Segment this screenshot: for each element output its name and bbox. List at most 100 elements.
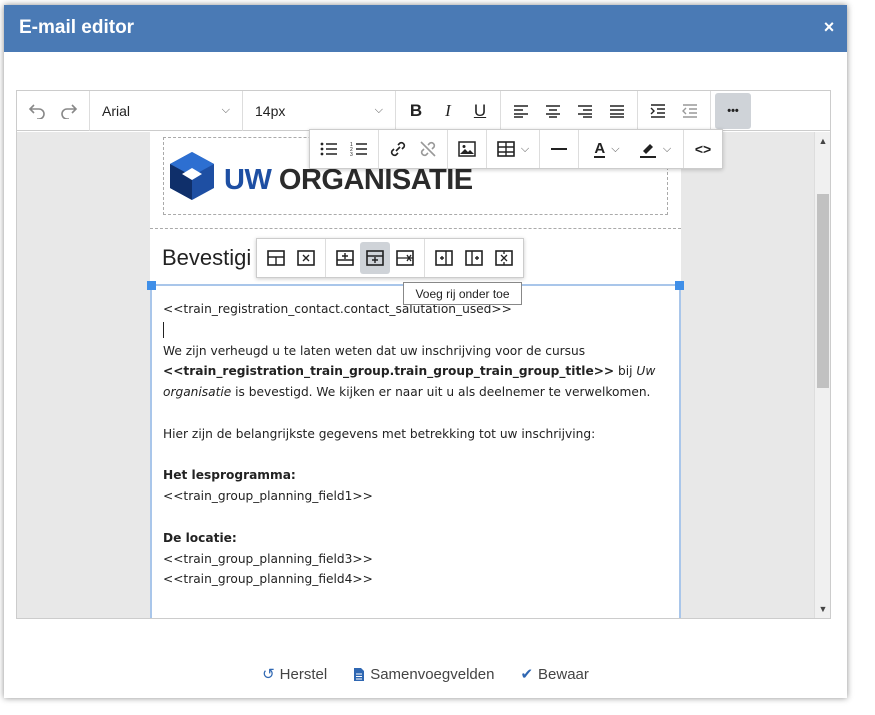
scroll-down-icon[interactable]: ▼ [815,602,831,616]
delete-column-button[interactable] [489,242,519,274]
align-justify-icon [610,104,624,118]
font-family-group: Arial ⌵ [90,90,243,131]
indent-icon [650,103,665,118]
scroll-thumb[interactable] [817,194,829,388]
unlink-icon [420,141,436,157]
section-label: De locatie: [163,528,668,549]
insert-column-after-button[interactable] [459,242,489,274]
font-size-select[interactable]: 14px ⌵ [247,95,391,127]
chevron-down-icon: ⌵ [611,142,620,155]
email-editor-dialog: E-mail editor × Arial ⌵ 14px ⌵ B I U •••… [4,5,847,698]
text-color-icon: A [594,139,606,158]
editor-content-area[interactable]: UW ORGANISATIE Bevestigi <<train_registr… [17,132,814,618]
image-group [448,130,487,168]
highlight-icon [639,144,656,158]
dialog-titlebar: E-mail editor × [4,5,847,52]
undo-arrow-icon: ↺ [262,666,275,683]
outdent-button[interactable] [674,95,706,127]
check-icon: ✔ [520,666,534,683]
merge-field-line: <<train_group_planning_field1>> [163,489,373,504]
insert-image-button[interactable] [452,133,482,165]
paragraph-line: We zijn verheugd u te laten weten dat uw… [163,343,586,358]
bullet-list-icon [320,142,337,156]
undo-button[interactable] [21,95,53,127]
delete-column-icon [495,250,513,266]
delete-table-button[interactable] [291,242,321,274]
color-group: A ⌵ ⌵ [579,130,684,168]
indent-button[interactable] [642,95,674,127]
merge-field-title: <<train_registration_train_group.train_g… [163,364,615,379]
table-props-group [257,239,326,277]
insert-row-below-button[interactable] [360,242,390,274]
format-group: B I U [396,90,501,131]
insert-row-above-button[interactable] [330,242,360,274]
align-group [501,90,638,131]
redo-button[interactable] [53,95,85,127]
unlink-button[interactable] [413,133,443,165]
close-button[interactable]: × [820,18,838,36]
insert-row-below-icon [366,250,384,266]
align-left-icon [514,104,528,118]
paragraph-line: organisatie is bevestigd. We kijken er n… [163,382,668,403]
table-properties-button[interactable] [261,242,291,274]
bold-button[interactable]: B [400,95,432,127]
merge-fields-label: Samenvoegvelden [370,665,495,683]
locatie-label: De locatie: [163,530,237,545]
list-group: 123 [310,130,379,168]
align-center-icon [546,104,560,118]
numbered-list-button[interactable]: 123 [344,133,374,165]
section-label: Het lesprogramma: [163,465,668,486]
chevron-down-icon: ⌵ [520,142,530,155]
bullet-list-button[interactable] [314,133,344,165]
italic-button[interactable]: I [432,95,464,127]
svg-text:3: 3 [350,152,353,157]
text-cursor [163,322,164,339]
chevron-down-icon: ⌵ [221,104,230,116]
align-right-button[interactable] [569,95,601,127]
font-family-select[interactable]: Arial ⌵ [94,95,238,127]
text-run: is bevestigd. We kijken er naar uit u al… [231,385,651,400]
editor-scrollbar[interactable]: ▲ ▼ [814,132,830,618]
delete-row-button[interactable] [390,242,420,274]
undo-icon [28,103,45,119]
body-table-cell[interactable]: <<train_registration_contact.contact_sal… [147,281,684,618]
align-left-button[interactable] [505,95,537,127]
merge-field-line: <<train_group_planning_field4>> [163,572,373,587]
indent-group [638,90,711,131]
insert-table-button[interactable]: ⌵ [491,133,535,165]
insert-row-above-icon [336,250,354,266]
dialog-title: E-mail editor [19,17,135,38]
link-button[interactable] [383,133,413,165]
reset-button[interactable]: ↺ Herstel [262,665,327,684]
align-center-button[interactable] [537,95,569,127]
font-family-value: Arial [102,102,131,119]
code-group: <> [684,130,722,168]
resize-handle[interactable] [675,281,684,290]
font-size-value: 14px [255,102,286,119]
hr-group [540,130,579,168]
more-group: ••• [711,91,755,131]
save-button[interactable]: ✔ Bewaar [520,665,588,684]
chevron-down-icon: ⌵ [662,142,672,155]
scroll-up-icon[interactable]: ▲ [815,134,831,148]
redo-icon [61,103,78,119]
resize-handle[interactable] [147,281,156,290]
align-justify-button[interactable] [601,95,633,127]
email-page: UW ORGANISATIE Bevestigi <<train_registr… [147,132,684,618]
italic-run: Uw [636,364,656,379]
underline-button[interactable]: U [464,95,496,127]
heading-text: Bevestigi [162,245,252,270]
body-text[interactable]: <<train_registration_contact.contact_sal… [163,299,668,590]
more-button[interactable]: ••• [715,92,751,129]
horizontal-rule-button[interactable] [544,133,574,165]
highlight-color-button[interactable]: ⌵ [631,133,679,165]
source-code-button[interactable]: <> [688,133,718,165]
insert-column-before-button[interactable] [429,242,459,274]
table-group: ⌵ [487,130,540,168]
text-color-button[interactable]: A ⌵ [583,133,631,165]
merge-fields-button[interactable]: Samenvoegvelden [353,666,494,683]
paragraph-line: Hier zijn de belangrijkste gegevens met … [163,426,596,441]
